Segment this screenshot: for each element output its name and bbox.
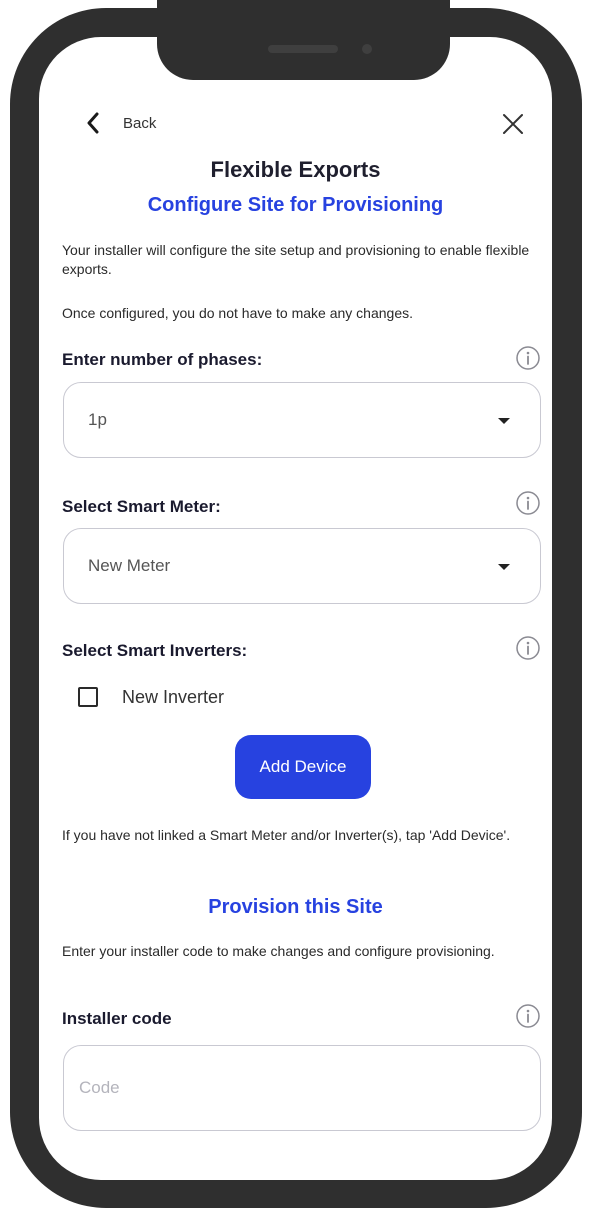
- smart-meter-info-icon[interactable]: [515, 490, 541, 516]
- installer-code-label: Installer code: [62, 1009, 172, 1028]
- close-icon[interactable]: [498, 109, 528, 139]
- back-button[interactable]: Back: [123, 115, 156, 132]
- smart-meter-label: Select Smart Meter:: [62, 497, 221, 516]
- configure-note: Once configured, you do not have to make…: [62, 305, 414, 321]
- add-device-hint: If you have not linked a Smart Meter and…: [62, 827, 511, 843]
- chevron-left-icon[interactable]: [84, 110, 104, 136]
- caret-down-icon: [498, 418, 510, 424]
- installer-code-info-icon[interactable]: [515, 1003, 541, 1029]
- smart-meter-select-value: New Meter: [88, 556, 171, 575]
- phases-select[interactable]: 1p: [63, 382, 541, 458]
- phases-info-icon[interactable]: [515, 345, 541, 371]
- phases-select-value: 1p: [88, 410, 107, 429]
- notch-camera: [362, 44, 372, 54]
- new-inverter-label[interactable]: New Inverter: [122, 687, 224, 708]
- provision-heading: Provision this Site: [208, 896, 383, 918]
- smart-inverters-label: Select Smart Inverters:: [62, 641, 248, 660]
- phases-label: Enter number of phases:: [62, 350, 263, 369]
- configure-intro: Your installer will configure the site s…: [62, 242, 530, 277]
- phone-notch: [157, 0, 450, 80]
- add-device-button[interactable]: Add Device: [235, 735, 371, 799]
- provision-intro: Enter your installer code to make change…: [62, 943, 495, 959]
- smart-meter-select[interactable]: New Meter: [63, 528, 541, 604]
- installer-code-input[interactable]: [63, 1045, 541, 1131]
- configure-heading: Configure Site for Provisioning: [147, 194, 444, 216]
- notch-speaker: [268, 45, 338, 53]
- caret-down-icon: [498, 564, 510, 570]
- new-inverter-checkbox[interactable]: [78, 687, 98, 707]
- page-title: Flexible Exports: [210, 157, 381, 182]
- smart-inverters-info-icon[interactable]: [515, 635, 541, 661]
